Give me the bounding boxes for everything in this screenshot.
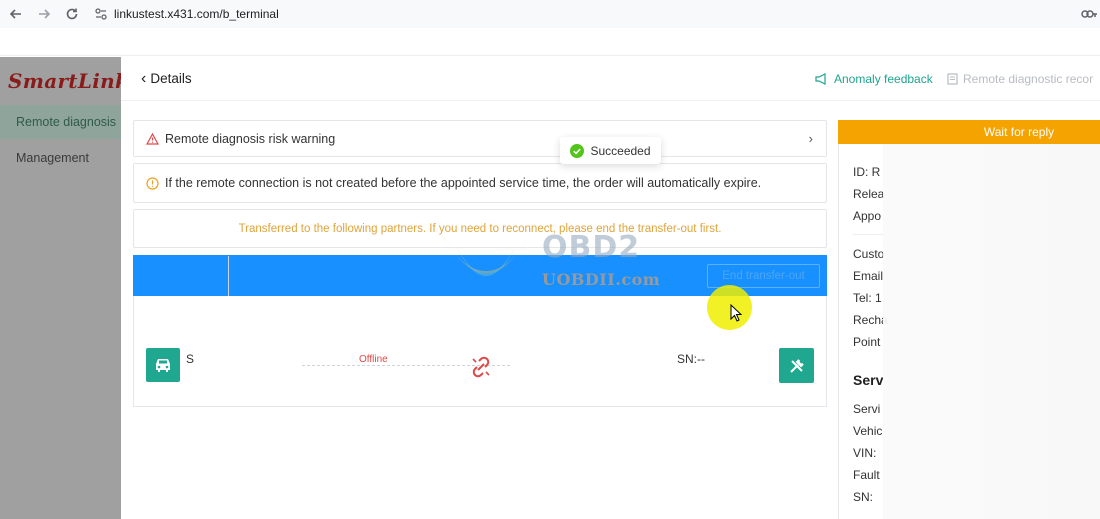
field-service: Servi bbox=[853, 402, 881, 416]
top-strip bbox=[0, 28, 1100, 56]
app-logo: SmartLink bbox=[8, 69, 130, 93]
password-key-icon[interactable] bbox=[1080, 5, 1098, 23]
address-bar[interactable]: linkustest.x431.com/b_terminal bbox=[114, 7, 279, 21]
page-title: Details bbox=[150, 71, 192, 86]
field-id: ID: R bbox=[853, 165, 881, 179]
left-device-sn: S bbox=[186, 352, 195, 366]
field-sn: SN: bbox=[853, 490, 874, 504]
chevron-right-icon: › bbox=[808, 131, 813, 146]
tools-icon bbox=[789, 358, 804, 373]
check-circle-icon bbox=[570, 143, 585, 158]
status-bar-wait-for-reply: Wait for reply bbox=[838, 120, 1100, 144]
back-arrow-icon[interactable] bbox=[2, 0, 30, 28]
watermark-text: OBD2 bbox=[542, 230, 641, 265]
service-section-title: Serv bbox=[853, 372, 884, 388]
end-transfer-out-button[interactable]: End transfer-out bbox=[707, 264, 820, 288]
expire-notice-text: If the remote connection is not created … bbox=[165, 176, 762, 190]
anomaly-feedback-link[interactable]: Anomaly feedback bbox=[815, 72, 933, 86]
info-circle-icon bbox=[146, 176, 159, 190]
connection-status: Offline bbox=[359, 354, 388, 365]
field-release: Relea bbox=[853, 187, 885, 201]
success-toast: Succeeded bbox=[560, 137, 661, 164]
sidebar: SmartLink Remote diagnosis Management bbox=[0, 57, 129, 519]
sidebar-item-remote-diagnosis[interactable]: Remote diagnosis bbox=[0, 105, 121, 139]
field-vin: VIN: bbox=[853, 446, 877, 460]
remote-records-label: Remote diagnostic recor bbox=[963, 72, 1094, 86]
field-email: Email bbox=[853, 269, 884, 283]
diagnostic-tool-button[interactable] bbox=[779, 348, 814, 383]
right-device-sn: SN:-- bbox=[677, 352, 705, 366]
field-fault: Fault bbox=[853, 468, 880, 482]
sidebar-item-management[interactable]: Management bbox=[0, 141, 121, 175]
reload-icon[interactable] bbox=[58, 0, 86, 28]
vehicle-button[interactable] bbox=[146, 348, 180, 382]
back-button[interactable]: ‹ Details bbox=[141, 69, 192, 87]
warning-triangle-icon bbox=[146, 132, 159, 145]
remote-diagnostic-records-link[interactable]: Remote diagnostic recor bbox=[947, 72, 1093, 86]
anomaly-feedback-label: Anomaly feedback bbox=[834, 72, 933, 86]
car-icon bbox=[156, 359, 170, 372]
toast-text: Succeeded bbox=[590, 143, 651, 158]
risk-warning-text: Remote diagnosis risk warning bbox=[165, 131, 336, 146]
mouse-pointer-icon bbox=[730, 303, 743, 327]
broken-link-icon bbox=[469, 355, 493, 384]
document-icon bbox=[947, 73, 958, 85]
megaphone-icon bbox=[815, 73, 826, 85]
watermark-subtext: UOBDII.com bbox=[542, 270, 661, 289]
field-points: Point bbox=[853, 335, 881, 349]
browser-toolbar: linkustest.x431.com/b_terminal bbox=[0, 0, 1100, 28]
chevron-left-icon: ‹ bbox=[141, 69, 147, 87]
site-settings-icon[interactable] bbox=[92, 5, 110, 23]
page-header: ‹ Details Anomaly feedback Remote diagno… bbox=[121, 57, 1100, 101]
field-customer: Custo bbox=[853, 247, 885, 261]
forward-arrow-icon[interactable] bbox=[30, 0, 58, 28]
field-vehicle: Vehic bbox=[853, 424, 883, 438]
order-info-panel: ID: R Relea Appo Custo Email Tel: 1 Rech… bbox=[838, 144, 1100, 519]
watermark-logo bbox=[436, 226, 536, 301]
expire-notice: If the remote connection is not created … bbox=[133, 163, 827, 203]
redacted-sn bbox=[194, 347, 304, 367]
field-tel: Tel: 1 bbox=[853, 291, 882, 305]
field-appointment: Appo bbox=[853, 209, 882, 223]
redacted-area bbox=[883, 144, 1100, 519]
risk-warning-row[interactable]: Remote diagnosis risk warning › bbox=[133, 120, 827, 157]
panel-divider bbox=[853, 234, 883, 235]
